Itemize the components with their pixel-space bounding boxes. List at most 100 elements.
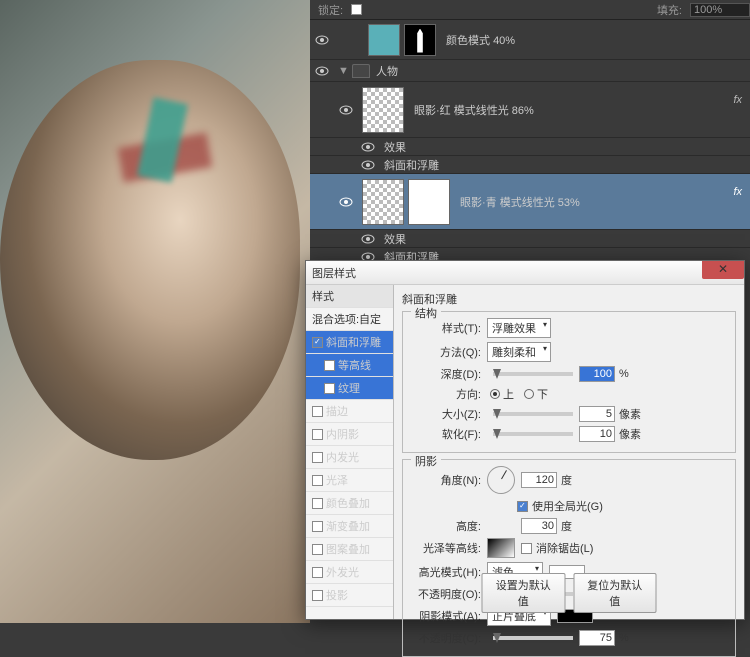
layer-fx-effects[interactable]: 效果 <box>310 138 750 156</box>
shadow-mode-label: 阴影模式(A): <box>409 608 481 624</box>
depth-slider[interactable] <box>493 372 573 376</box>
panel-title: 斜面和浮雕 <box>402 291 736 307</box>
style-color-overlay[interactable]: 颜色叠加 <box>306 492 393 515</box>
bevel-settings-panel: 斜面和浮雕 结构 样式(T):浮雕效果 方法(Q):雕刻柔和 深度(D):100… <box>394 285 744 619</box>
visibility-icon[interactable] <box>314 32 330 48</box>
style-satin[interactable]: 光泽 <box>306 469 393 492</box>
fx-item-label: 斜面和浮雕 <box>384 249 439 261</box>
checkbox-icon[interactable] <box>312 590 323 601</box>
fx-item-label: 斜面和浮雕 <box>384 157 439 173</box>
layer-thumb <box>362 87 404 133</box>
soften-slider[interactable] <box>493 432 573 436</box>
reset-default-button[interactable]: 复位为默认值 <box>573 573 657 613</box>
visibility-icon[interactable] <box>360 249 376 261</box>
opacity-unit: % <box>619 632 629 644</box>
size-unit: 像素 <box>619 406 641 422</box>
depth-input[interactable]: 100 <box>579 366 615 382</box>
style-select[interactable]: 浮雕效果 <box>487 318 551 338</box>
make-default-button[interactable]: 设置为默认值 <box>482 573 566 613</box>
antialias-label: 消除锯齿(L) <box>536 540 593 556</box>
style-gradient-overlay[interactable]: 渐变叠加 <box>306 515 393 538</box>
canvas-background <box>0 0 310 623</box>
antialias-checkbox[interactable] <box>521 543 532 554</box>
visibility-icon[interactable] <box>360 157 376 173</box>
checkbox-icon[interactable] <box>312 544 323 555</box>
visibility-icon[interactable] <box>338 102 354 118</box>
depth-label: 深度(D): <box>409 366 481 382</box>
direction-down-radio[interactable] <box>524 389 534 399</box>
style-drop-shadow[interactable]: 投影 <box>306 584 393 607</box>
soften-label: 软化(F): <box>409 426 481 442</box>
checkbox-icon[interactable] <box>312 429 323 440</box>
soften-input[interactable]: 10 <box>579 426 615 442</box>
layers-panel: 颜色模式 40% ▼ 人物 眼影·红 模式线性光 86% fx 效果 斜面和浮雕… <box>310 20 750 260</box>
gloss-contour-picker[interactable] <box>487 538 515 558</box>
checkbox-icon[interactable] <box>324 383 335 394</box>
layer-mask-thumb <box>408 179 450 225</box>
checkbox-icon[interactable] <box>312 406 323 417</box>
style-texture[interactable]: 纹理 <box>306 377 393 400</box>
altitude-input[interactable]: 30 <box>521 518 557 534</box>
layer-label: 颜色模式 40% <box>446 32 515 48</box>
layer-fx-bevel[interactable]: 斜面和浮雕 <box>310 156 750 174</box>
fill-value-input[interactable]: 100% <box>690 3 750 17</box>
style-list-header[interactable]: 样式 <box>306 285 393 308</box>
close-button[interactable]: ✕ <box>702 261 744 279</box>
layer-color-mode[interactable]: 颜色模式 40% <box>310 20 750 60</box>
style-blend-options[interactable]: 混合选项:自定 <box>306 308 393 331</box>
style-inner-shadow[interactable]: 内阴影 <box>306 423 393 446</box>
altitude-unit: 度 <box>561 518 572 534</box>
checkbox-icon[interactable] <box>312 452 323 463</box>
angle-dial[interactable] <box>487 466 515 494</box>
style-list: 样式 混合选项:自定 斜面和浮雕 等高线 纹理 描边 内阴影 内发光 光泽 颜色… <box>306 285 394 619</box>
shadow-opacity-slider[interactable] <box>493 636 573 640</box>
layer-label: 眼影·红 模式线性光 86% <box>414 102 534 118</box>
shadow-opacity-input[interactable]: 75 <box>579 630 615 646</box>
checkbox-icon[interactable] <box>312 498 323 509</box>
technique-select[interactable]: 雕刻柔和 <box>487 342 551 362</box>
fx-badge[interactable]: fx <box>733 186 742 198</box>
global-light-checkbox[interactable] <box>517 501 528 512</box>
checkbox-icon[interactable] <box>312 475 323 486</box>
fx-badge[interactable]: fx <box>733 94 742 106</box>
layer-thumb <box>368 24 400 56</box>
dialog-title: 图层样式 <box>312 265 356 281</box>
size-input[interactable]: 5 <box>579 406 615 422</box>
direction-up-radio[interactable] <box>490 389 500 399</box>
size-label: 大小(Z): <box>409 406 481 422</box>
visibility-icon[interactable] <box>360 139 376 155</box>
dialog-titlebar[interactable]: 图层样式 ✕ <box>306 261 744 285</box>
highlight-opacity-label: 不透明度(O): <box>409 586 481 602</box>
angle-unit: 度 <box>561 472 572 488</box>
checkbox-icon[interactable] <box>312 337 323 348</box>
layer-fx-bevel[interactable]: 斜面和浮雕 <box>310 248 750 260</box>
lock-checkbox[interactable] <box>351 4 362 15</box>
style-stroke[interactable]: 描边 <box>306 400 393 423</box>
size-slider[interactable] <box>493 412 573 416</box>
layer-eyeshadow-cyan[interactable]: 眼影·青 模式线性光 53% fx <box>310 174 750 230</box>
angle-input[interactable]: 120 <box>521 472 557 488</box>
visibility-icon[interactable] <box>314 63 330 79</box>
style-bevel[interactable]: 斜面和浮雕 <box>306 331 393 354</box>
depth-unit: % <box>619 368 629 380</box>
visibility-icon[interactable] <box>360 231 376 247</box>
layer-group-people[interactable]: ▼ 人物 <box>310 60 750 82</box>
layer-eyeshadow-red[interactable]: 眼影·红 模式线性光 86% fx <box>310 82 750 138</box>
checkbox-icon[interactable] <box>312 521 323 532</box>
style-inner-glow[interactable]: 内发光 <box>306 446 393 469</box>
fx-label: 效果 <box>384 139 406 155</box>
expand-arrow-icon[interactable]: ▼ <box>338 65 348 77</box>
style-outer-glow[interactable]: 外发光 <box>306 561 393 584</box>
style-label: 样式(T): <box>409 320 481 336</box>
folder-icon <box>352 64 370 78</box>
layer-thumb <box>362 179 404 225</box>
angle-label: 角度(N): <box>409 472 481 488</box>
gloss-label: 光泽等高线: <box>409 540 481 556</box>
style-contour[interactable]: 等高线 <box>306 354 393 377</box>
lock-label: 锁定: <box>318 2 343 18</box>
style-pattern-overlay[interactable]: 图案叠加 <box>306 538 393 561</box>
visibility-icon[interactable] <box>338 194 354 210</box>
layer-fx-effects[interactable]: 效果 <box>310 230 750 248</box>
checkbox-icon[interactable] <box>324 360 335 371</box>
checkbox-icon[interactable] <box>312 567 323 578</box>
